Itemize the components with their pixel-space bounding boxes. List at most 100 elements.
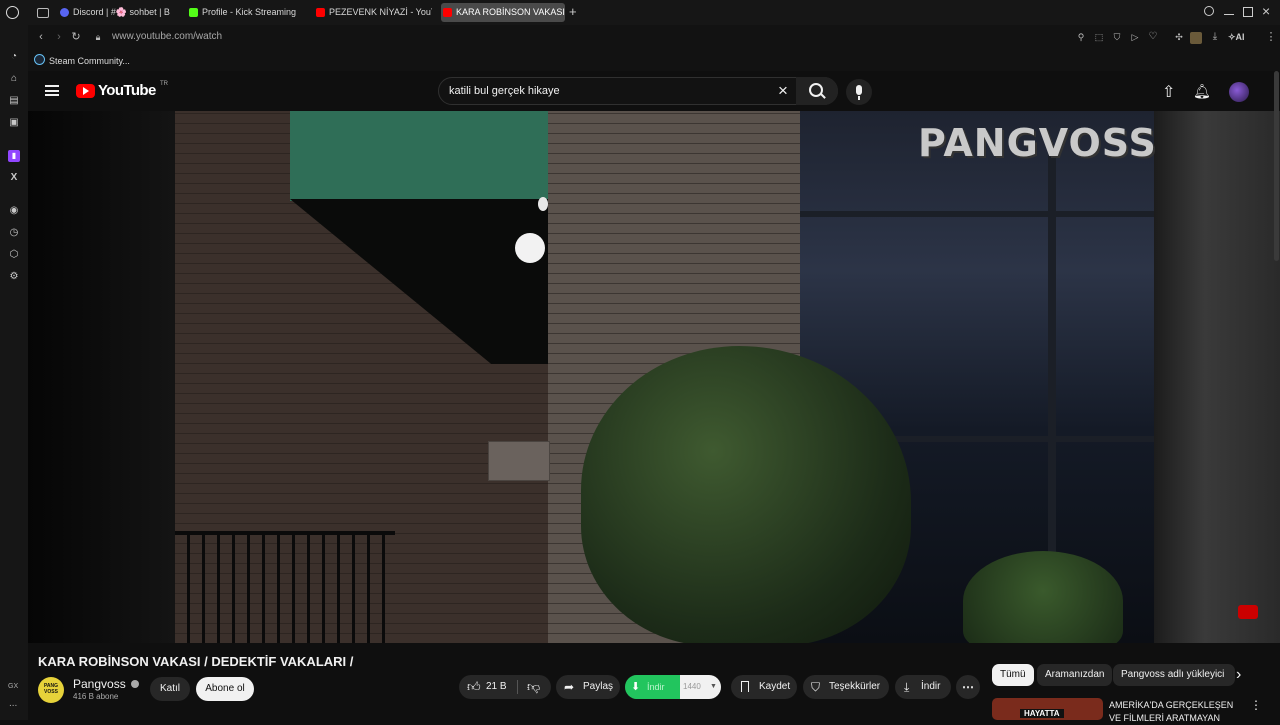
voice-search-button[interactable]	[846, 79, 872, 105]
upload-icon[interactable]: ⇧	[1162, 82, 1175, 102]
youtube-play-icon	[83, 87, 89, 95]
like-count: 21 B	[486, 681, 507, 692]
bookmark-steam[interactable]: Steam Community...	[34, 54, 130, 66]
profile-thumb-icon[interactable]	[1190, 32, 1202, 44]
subscribe-overlay-icon[interactable]	[1238, 605, 1258, 619]
tab-discord[interactable]: Discord | #🌸 sohbet | B	[58, 3, 178, 22]
search-tabs-icon[interactable]	[1204, 6, 1214, 16]
search-box[interactable]: katili bul gerçek hikaye ×	[438, 77, 838, 105]
tab-kick[interactable]: Profile - Kick Streaming	[187, 3, 305, 22]
bookmarks-bar: Steam Community...	[28, 51, 1280, 71]
shopping-icon[interactable]: ⌂	[8, 73, 20, 85]
like-button[interactable]: 👍︎ 21 B	[459, 675, 517, 699]
tab-label: Profile - Kick Streaming	[202, 7, 297, 17]
thanks-button[interactable]: ⛉ Teşekkürler	[803, 675, 889, 699]
recommended-menu-icon[interactable]: ⋮	[1250, 698, 1262, 712]
subscriber-count: 416 B abone	[73, 692, 119, 701]
url-field[interactable]: www.youtube.com/watch	[112, 31, 222, 42]
youtube-logo-text: YouTube	[98, 82, 156, 99]
forward-icon[interactable]: ›	[52, 30, 66, 44]
tab-label: KARA ROBİNSON VAKASI	[456, 7, 565, 17]
play-icon[interactable]: ▷	[1128, 30, 1142, 44]
pin-icon[interactable]: ⚲	[1074, 30, 1088, 44]
ai-icon[interactable]: ✧AI	[1228, 32, 1245, 43]
tab-label: Discord | #🌸 sohbet | B	[73, 7, 170, 17]
extensions-icon[interactable]: ⬡	[8, 249, 20, 261]
heart-icon[interactable]: ♡	[1146, 30, 1160, 44]
region-code: TR	[160, 81, 168, 87]
page-scrollbar[interactable]	[1274, 71, 1279, 261]
download-green-part[interactable]: ⬇ İndir	[625, 675, 680, 699]
window-mullion-horizontal	[800, 211, 1154, 217]
chip-uploader[interactable]: Pangvoss adlı yükleyici	[1113, 664, 1235, 686]
tab-label: PEZEVENK NİYAZİ - YouTu	[329, 7, 432, 17]
new-tab-button[interactable]: +	[569, 5, 577, 19]
download-ext-label: İndir	[647, 682, 665, 692]
save-label: Kaydet	[759, 681, 791, 692]
downloads-icon[interactable]: ⤓	[1208, 30, 1222, 44]
more-actions-button[interactable]: ⋯	[956, 675, 980, 699]
channel-name[interactable]: Pangvoss	[73, 677, 140, 691]
search-input[interactable]: katili bul gerçek hikaye	[449, 85, 560, 97]
settings-icon[interactable]: ⚙	[8, 271, 20, 283]
recommended-thumbnail[interactable]: HAYATTA	[992, 698, 1103, 720]
share-icon: ➦	[564, 680, 575, 694]
avatar-text: PANG VOSS	[43, 683, 59, 695]
minimize-icon[interactable]	[1224, 14, 1234, 15]
channel-avatar[interactable]: PANG VOSS	[38, 677, 64, 703]
chips-next-icon[interactable]: ›	[1236, 666, 1241, 684]
tab-youtube-pezevenk[interactable]: PEZEVENK NİYAZİ - YouTu	[314, 3, 432, 22]
share-button[interactable]: ➦ Paylaş	[556, 675, 620, 699]
download-icon: ⤓	[904, 680, 910, 694]
video-player[interactable]: PANGVOSS	[28, 111, 1280, 643]
speed-dial-icon[interactable]: ◔	[8, 51, 20, 63]
download-button[interactable]: ⤓ İndir	[895, 675, 951, 699]
extension-download-button[interactable]: ⬇ İndir 1440 ▼	[625, 675, 721, 699]
join-button[interactable]: Katıl	[150, 677, 190, 701]
green-awning	[290, 111, 548, 201]
save-button[interactable]: Kaydet	[731, 675, 797, 699]
lamp-light	[515, 233, 545, 263]
notifications-bell-icon[interactable]: 🔔︎	[1193, 83, 1211, 100]
clear-search-icon[interactable]: ×	[778, 80, 788, 102]
thumbnail-text: HAYATTA	[1020, 709, 1064, 718]
chip-from-search[interactable]: Aramanızdan	[1037, 664, 1113, 686]
back-icon[interactable]: ‹	[34, 30, 48, 44]
thumbs-up-icon: 👍︎	[467, 679, 481, 694]
twitch-icon[interactable]: ▮	[8, 150, 20, 162]
verified-icon	[131, 680, 140, 688]
extension-puzzle-icon[interactable]: ✣	[1172, 30, 1186, 44]
recommended-title[interactable]: AMERİKA'DA GERÇEKLEŞEN VE FİLMLERİ ARATM…	[1109, 699, 1245, 725]
chevron-down-icon: ▼	[710, 683, 717, 690]
dislike-button[interactable]: 👎︎	[519, 675, 551, 699]
hamburger-menu-icon[interactable]	[45, 85, 59, 96]
snapshot-icon[interactable]: ⬚	[1092, 30, 1106, 44]
workspace-icon[interactable]	[37, 8, 49, 18]
menu-dots-icon[interactable]: ⋮	[1264, 30, 1278, 44]
history-icon[interactable]: ◷	[8, 227, 20, 239]
browser-sidebar: ◔ ⌂ ▤ ▣ ▮ X ◉ ◷ ⬡ ⚙ GX ...	[0, 25, 28, 720]
thumbs-down-icon: 👎︎	[527, 679, 541, 694]
channel-watermark: PANGVOSS	[918, 121, 1157, 165]
x-icon[interactable]: X	[8, 172, 20, 184]
search-button[interactable]	[796, 77, 838, 105]
player-icon[interactable]: ◉	[8, 205, 20, 217]
opera-menu-icon[interactable]	[6, 6, 19, 19]
chip-all[interactable]: Tümü	[992, 664, 1034, 686]
tab-manager-icon[interactable]: ▣	[8, 117, 20, 129]
reload-icon[interactable]: ↻	[69, 30, 83, 44]
tab-youtube-kara-robinson[interactable]: KARA ROBİNSON VAKASI	[441, 3, 565, 22]
youtube-header: YouTube TR katili bul gerçek hikaye × ⇧ …	[28, 71, 1280, 111]
quality-select[interactable]: 1440 ▼	[680, 675, 721, 699]
lamp-light-small	[538, 197, 548, 211]
subscribe-button[interactable]: Abone ol	[196, 677, 254, 701]
shield-icon[interactable]: ⛉	[1110, 30, 1124, 44]
more-icon[interactable]: ...	[9, 698, 17, 709]
close-window-icon[interactable]: ×	[1262, 3, 1270, 19]
avatar[interactable]	[1229, 82, 1249, 102]
gx-label[interactable]: GX	[8, 683, 18, 690]
news-icon[interactable]: ▤	[8, 95, 20, 107]
maximize-icon[interactable]	[1243, 7, 1253, 17]
youtube-icon	[443, 8, 452, 17]
browser-tab-strip: Discord | #🌸 sohbet | B Profile - Kick S…	[0, 0, 1280, 25]
